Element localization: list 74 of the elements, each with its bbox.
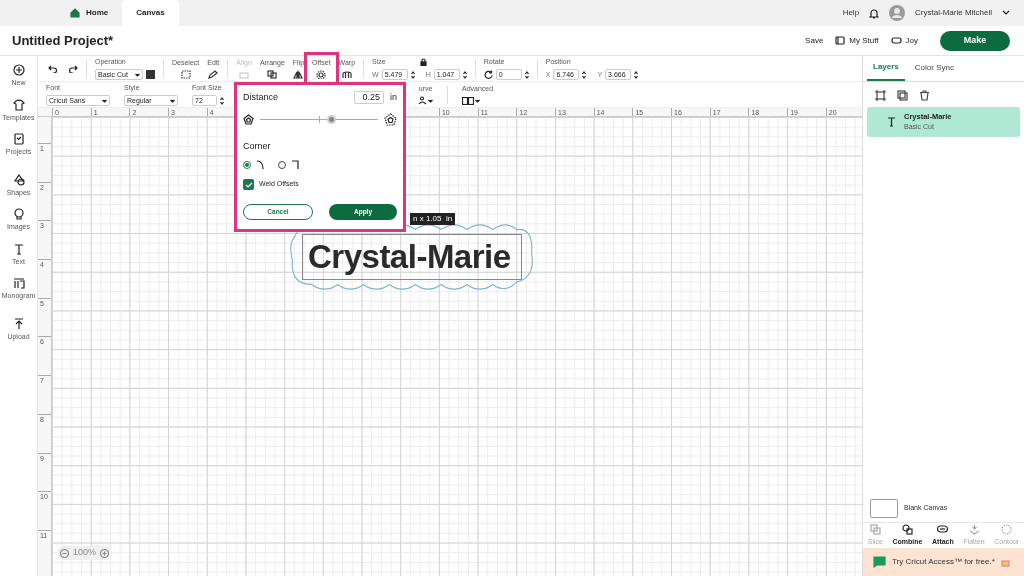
flip-icon[interactable]	[293, 70, 304, 80]
bell-icon[interactable]	[869, 7, 880, 19]
distance-label: Distance	[243, 91, 278, 104]
contour-icon	[1001, 523, 1013, 535]
stepper-icon[interactable]	[582, 70, 587, 79]
combine-icon	[901, 523, 913, 535]
undo-icon[interactable]	[48, 64, 58, 73]
small-pentagon-icon	[243, 113, 254, 125]
projects-icon	[12, 133, 25, 145]
dashed-select-icon[interactable]	[180, 70, 191, 80]
promo-banner[interactable]: Try Cricut Access™ for free.*	[863, 548, 1024, 576]
caret-icon	[475, 98, 480, 103]
text-t-icon	[887, 117, 896, 127]
caret-icon	[428, 98, 433, 103]
save-button[interactable]: Save	[805, 34, 824, 47]
monogram-icon	[12, 277, 25, 289]
chat-bubble-icon	[873, 556, 886, 568]
book-icon	[835, 36, 846, 45]
make-button[interactable]: Make	[940, 30, 1010, 51]
lock-icon[interactable]	[420, 58, 428, 67]
duplicate-icon[interactable]	[897, 90, 908, 101]
weld-checkbox[interactable]	[243, 179, 254, 190]
panel-tab[interactable]: Color Sync	[908, 55, 960, 81]
large-pentagon-icon	[384, 112, 397, 126]
square-corner-icon	[291, 160, 299, 170]
redo-icon[interactable]	[68, 64, 78, 73]
top-tab[interactable]: Home	[56, 0, 123, 26]
color-swatch[interactable]	[146, 70, 155, 80]
shapes-icon	[12, 173, 25, 186]
text-icon	[12, 242, 25, 255]
canvas-swatch[interactable]	[870, 499, 898, 518]
images-icon	[12, 208, 25, 220]
checkmark-icon	[244, 181, 253, 188]
caret-icon	[135, 72, 140, 77]
my-stuff-button[interactable]: My Stuff	[835, 34, 879, 47]
user-name[interactable]: Crystal-Marie Mitchell	[915, 7, 992, 19]
stepper-icon[interactable]	[524, 70, 529, 79]
flatten-icon	[968, 523, 980, 535]
house-icon	[70, 8, 80, 18]
new-icon	[12, 64, 25, 76]
caret-icon	[102, 98, 107, 103]
warp-icon[interactable]	[341, 70, 352, 80]
size-tooltip: n x 1.05 in	[410, 213, 456, 225]
project-title: Untitled Project*	[12, 31, 114, 50]
templates-icon	[12, 98, 25, 111]
person-curve-icon[interactable]	[418, 96, 427, 106]
slice-icon	[869, 523, 881, 535]
slider-thumb[interactable]	[327, 114, 337, 124]
chevron-down-icon[interactable]	[1002, 10, 1010, 16]
group-icon[interactable]	[875, 90, 886, 101]
distance-field[interactable]: 0.25	[354, 91, 384, 105]
corner-radio[interactable]	[243, 161, 251, 169]
corner-label: Corner	[243, 139, 272, 153]
upload-icon	[12, 317, 25, 330]
canvas-text: Crystal-Marie	[308, 239, 511, 275]
offset-icon[interactable]	[316, 70, 327, 80]
top-tab[interactable]: Canvas	[122, 0, 179, 26]
pencil-icon[interactable]	[208, 70, 219, 80]
stepper-icon[interactable]	[220, 96, 224, 105]
caret-icon	[170, 98, 175, 103]
two-squares-icon[interactable]	[462, 96, 474, 105]
trash-icon[interactable]	[919, 90, 930, 101]
rounded-corner-icon	[256, 160, 264, 170]
stepper-icon[interactable]	[462, 70, 467, 79]
help-link[interactable]: Help	[842, 7, 860, 19]
rotate-icon[interactable]	[483, 70, 493, 80]
stepper-icon[interactable]	[634, 70, 639, 79]
stacked-squares-icon[interactable]	[267, 70, 278, 80]
align-icon	[239, 70, 250, 80]
panel-tab[interactable]: Layers	[867, 55, 905, 81]
stepper-icon[interactable]	[410, 70, 415, 79]
attach-icon	[937, 523, 949, 535]
joy-button[interactable]: Joy	[890, 34, 918, 47]
unit-label: in	[390, 91, 397, 104]
